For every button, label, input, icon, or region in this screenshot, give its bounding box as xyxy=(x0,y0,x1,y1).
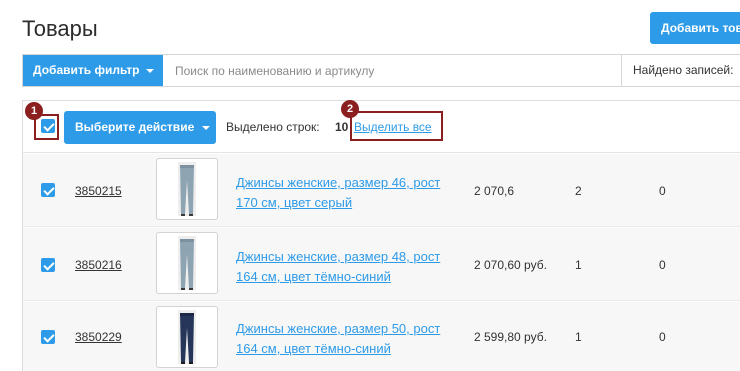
product-thumbnail[interactable] xyxy=(156,232,218,294)
table-row[interactable]: 3850215 Джинсы женские, размер 46, рост … xyxy=(23,154,740,227)
annotation-badge-2: 2 xyxy=(341,100,359,118)
table-row[interactable]: 3850216 Джинсы женские, размер 48, рост … xyxy=(23,228,740,301)
row-checkbox[interactable] xyxy=(41,258,55,272)
product-price: 2 070,60 руб. xyxy=(474,258,547,272)
chevron-down-icon xyxy=(201,125,210,130)
annotation-badge-1: 1 xyxy=(25,102,43,120)
product-price: 2 070,6 xyxy=(474,184,515,198)
product-code-link[interactable]: 3850216 xyxy=(75,258,122,272)
choose-action-button[interactable]: Выберите действие xyxy=(64,111,216,144)
product-code-link[interactable]: 3850215 xyxy=(75,184,122,198)
jeans-icon xyxy=(178,162,196,216)
product-thumbnail[interactable] xyxy=(156,306,218,368)
product-code-link[interactable]: 3850229 xyxy=(75,330,122,344)
product-name-link[interactable]: Джинсы женские, размер 48, рост 164 см, … xyxy=(236,247,461,287)
filter-bar: Добавить фильтр Найдено записей: xyxy=(22,54,740,87)
add-filter-label: Добавить фильтр xyxy=(33,63,140,77)
jeans-icon xyxy=(178,310,196,364)
choose-action-label: Выберите действие xyxy=(75,120,195,134)
selected-rows-label: Выделено строк: xyxy=(226,120,320,134)
product-quantity: 1 xyxy=(575,258,582,272)
product-name-link[interactable]: Джинсы женские, размер 50, рост 164 см, … xyxy=(236,319,461,359)
row-checkbox[interactable] xyxy=(41,183,55,197)
row-checkbox[interactable] xyxy=(41,330,55,344)
add-filter-button[interactable]: Добавить фильтр xyxy=(23,55,163,86)
product-reserve: 0 xyxy=(659,184,666,198)
product-name-link[interactable]: Джинсы женские, размер 46, рост 170 см, … xyxy=(236,173,461,213)
table-row[interactable]: 3850229 Джинсы женские, размер 50, рост … xyxy=(23,302,740,371)
page-title: Товары xyxy=(22,16,98,41)
product-quantity: 1 xyxy=(575,330,582,344)
product-reserve: 0 xyxy=(659,258,666,272)
annotation-box-2 xyxy=(350,111,443,141)
jeans-icon xyxy=(178,236,196,290)
found-records-label: Найдено записей: xyxy=(633,63,734,77)
product-thumbnail[interactable] xyxy=(156,158,218,220)
product-price: 2 599,80 руб. xyxy=(474,330,547,344)
products-table: 1 Выберите действие Выделено строк: 10 В… xyxy=(22,100,740,371)
selected-rows-count: 10 xyxy=(335,120,349,134)
divider xyxy=(621,55,622,86)
search-input[interactable] xyxy=(163,55,643,86)
product-reserve: 0 xyxy=(659,330,666,344)
add-product-button[interactable]: Добавить товар xyxy=(650,12,740,44)
bulk-actions-toolbar: 1 Выберите действие Выделено строк: 10 В… xyxy=(23,100,740,153)
chevron-down-icon xyxy=(145,68,154,73)
product-quantity: 2 xyxy=(575,184,582,198)
